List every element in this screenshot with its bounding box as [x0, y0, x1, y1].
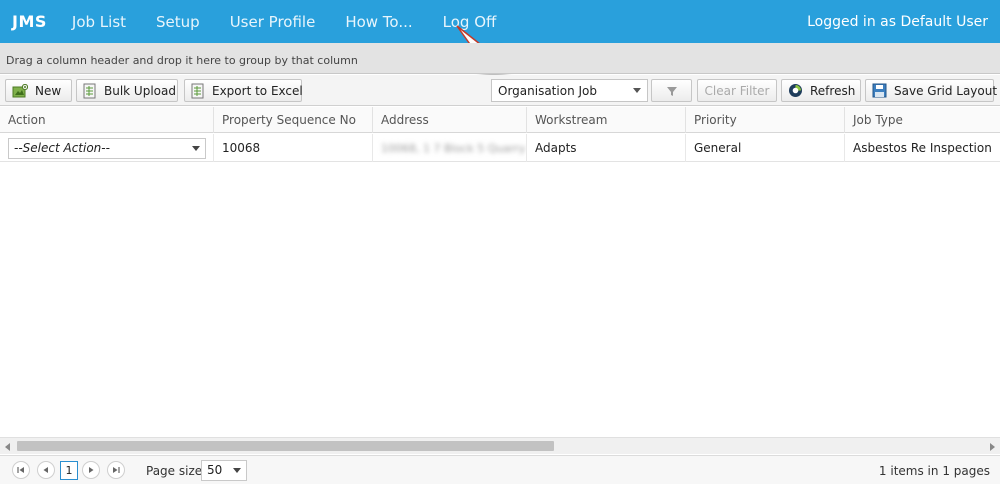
- new-icon: [12, 83, 28, 97]
- next-page-icon: [89, 467, 94, 473]
- pager-info: 1 items in 1 pages: [879, 464, 990, 478]
- first-page-icon: [17, 467, 24, 473]
- nav-how-to[interactable]: How To...: [330, 13, 427, 31]
- scroll-left-icon[interactable]: [5, 443, 10, 451]
- nav-user-profile[interactable]: User Profile: [215, 13, 331, 31]
- prev-page-icon: [43, 467, 48, 473]
- pager-page-count: 1: [942, 464, 950, 478]
- horizontal-scrollbar[interactable]: [0, 437, 1000, 454]
- new-label: New: [35, 83, 62, 98]
- export-excel-label: Export to Excel: [212, 83, 303, 98]
- spreadsheet-icon: [191, 83, 204, 98]
- column-header-address[interactable]: Address: [372, 107, 526, 133]
- last-page-icon: [113, 467, 120, 473]
- column-header-workstream[interactable]: Workstream: [526, 107, 685, 133]
- brand-logo[interactable]: JMS: [12, 12, 47, 31]
- refresh-icon: [789, 84, 802, 97]
- chevron-down-icon: [633, 88, 641, 93]
- filter-icon: [666, 86, 677, 96]
- bulk-upload-button[interactable]: Bulk Upload: [76, 79, 178, 102]
- action-select[interactable]: --Select Action--: [8, 138, 206, 159]
- nav-job-list[interactable]: Job List: [57, 13, 141, 31]
- current-page[interactable]: 1: [60, 461, 78, 480]
- spreadsheet-icon: [83, 83, 96, 98]
- column-header-priority[interactable]: Priority: [685, 107, 844, 133]
- view-select-value: Organisation Job: [498, 83, 597, 98]
- pager-info-end: pages: [949, 464, 990, 478]
- column-header-action[interactable]: Action: [0, 107, 213, 133]
- save-grid-layout-button[interactable]: Save Grid Layout: [865, 79, 998, 102]
- pager-info-mid: items in: [886, 464, 943, 478]
- next-page-button[interactable]: [82, 461, 100, 479]
- filter-button[interactable]: [651, 79, 692, 102]
- pager-item-count: 1: [878, 464, 887, 478]
- grid-header: Action Property Sequence No Address Work…: [0, 107, 1000, 133]
- column-header-job-type[interactable]: Job Type: [844, 107, 1000, 133]
- page-size-value: 50: [207, 463, 223, 477]
- scroll-right-icon[interactable]: [990, 443, 995, 451]
- clear-filter-label: Clear Filter: [704, 83, 770, 98]
- scrollbar-thumb[interactable]: [17, 441, 554, 451]
- address-redacted: 10068, 1 7 Block 5 Quarry: [381, 142, 526, 155]
- column-header-property-seq[interactable]: Property Sequence No: [213, 107, 372, 133]
- bulk-upload-label: Bulk Upload: [104, 83, 176, 98]
- last-page-button[interactable]: [107, 461, 125, 479]
- new-button[interactable]: New: [5, 79, 72, 102]
- nav-setup[interactable]: Setup: [141, 13, 215, 31]
- refresh-label: Refresh: [810, 83, 856, 98]
- chevron-down-icon: [192, 146, 200, 151]
- group-hint: Drag a column header and drop it here to…: [6, 54, 358, 67]
- save-grid-layout-label: Save Grid Layout: [894, 83, 998, 98]
- cell-property-seq: 10068: [213, 134, 372, 162]
- page-size-select[interactable]: 50: [201, 460, 247, 481]
- group-drop-area[interactable]: Drag a column header and drop it here to…: [0, 43, 1000, 74]
- cell-workstream: Adapts: [526, 134, 685, 162]
- top-navbar: JMS Job List Setup User Profile How To..…: [0, 0, 1000, 43]
- export-excel-button[interactable]: Export to Excel: [184, 79, 303, 102]
- prev-page-button[interactable]: [37, 461, 55, 479]
- cell-priority: General: [685, 134, 844, 162]
- logged-in-user: Logged in as Default User: [807, 13, 988, 30]
- chevron-down-icon: [233, 468, 241, 473]
- refresh-button[interactable]: Refresh: [781, 79, 861, 102]
- view-select[interactable]: Organisation Job: [491, 79, 648, 102]
- clear-filter-button[interactable]: Clear Filter: [697, 79, 777, 102]
- action-select-value: --Select Action--: [14, 141, 110, 155]
- save-icon: [872, 83, 887, 98]
- first-page-button[interactable]: [12, 461, 30, 479]
- table-row[interactable]: --Select Action-- 10068 10068, 1 7 Block…: [0, 134, 1000, 162]
- cell-action: --Select Action--: [0, 134, 213, 162]
- cell-address: 10068, 1 7 Block 5 Quarry: [372, 134, 526, 162]
- cell-job-type: Asbestos Re Inspection: [844, 134, 1000, 162]
- page-size-label: Page size:: [146, 464, 207, 478]
- grid-pager: 1 Page size: 50 1 items in 1 pages: [0, 455, 1000, 484]
